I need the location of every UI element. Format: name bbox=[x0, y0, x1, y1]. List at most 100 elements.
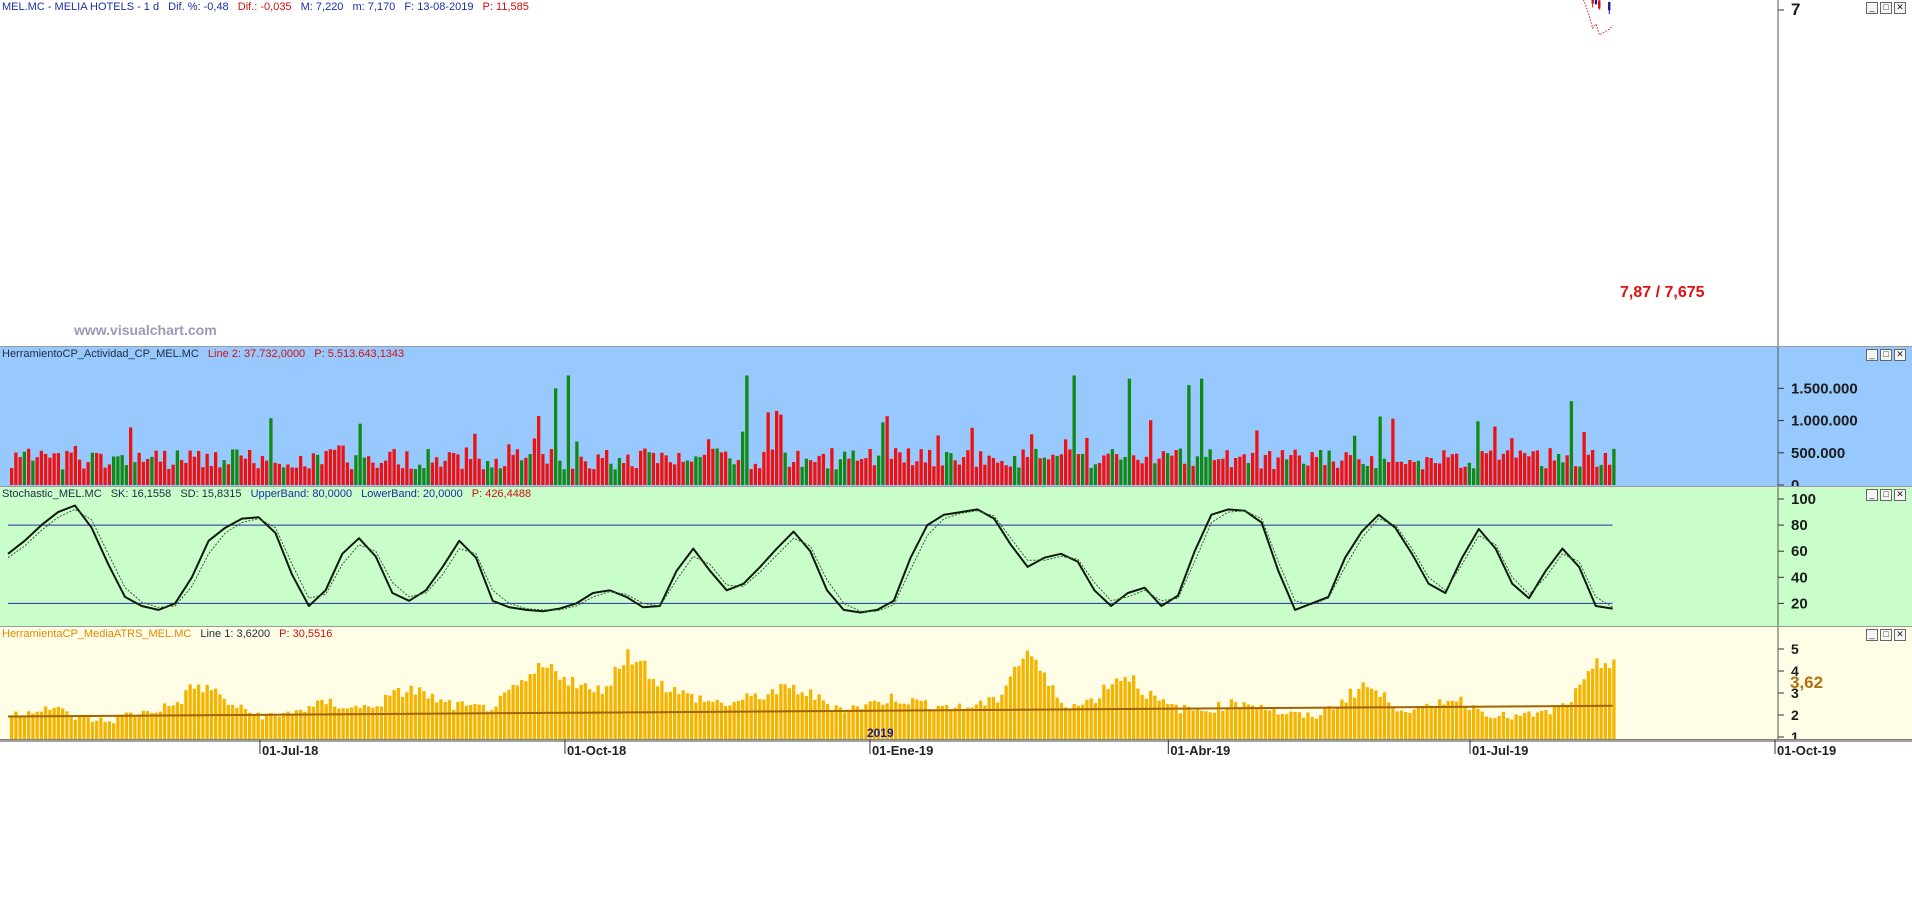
volume-bar bbox=[1038, 458, 1042, 485]
minimize-icon[interactable]: _ bbox=[1866, 629, 1878, 641]
atr-bar bbox=[673, 686, 677, 739]
atr-bar bbox=[1489, 717, 1493, 739]
atr-bar bbox=[1310, 716, 1314, 739]
volume-bar bbox=[69, 452, 73, 485]
volume-bar bbox=[1229, 467, 1234, 485]
volume-bar bbox=[1608, 464, 1612, 485]
atr-bar bbox=[651, 679, 656, 739]
atr-bar bbox=[1331, 709, 1336, 739]
atr-pane[interactable]: HerramientaCP_MediaATRS_MEL.MC Line 1: 3… bbox=[0, 627, 1912, 740]
maximize-icon[interactable]: □ bbox=[1880, 489, 1892, 501]
volume-bar bbox=[481, 469, 486, 485]
close-icon[interactable]: ✕ bbox=[1894, 489, 1906, 501]
atr-bar bbox=[571, 677, 575, 739]
volume-bar bbox=[906, 448, 911, 485]
atr-bar bbox=[197, 684, 201, 739]
atr-bar bbox=[1229, 699, 1234, 739]
atr-bar bbox=[137, 714, 141, 739]
volume-chart: 0 500.000 1.000.000 1.500.000 bbox=[10, 347, 1858, 486]
atr-bar bbox=[248, 712, 252, 739]
volume-bar bbox=[239, 455, 243, 485]
stochastic-pane[interactable]: Stochastic_MEL.MC SK: 16,1558 SD: 15,831… bbox=[0, 487, 1912, 627]
volume-bar bbox=[1459, 467, 1463, 485]
atr-bar bbox=[498, 695, 503, 739]
maximize-icon[interactable]: □ bbox=[1880, 629, 1892, 641]
minimize-icon[interactable]: _ bbox=[1866, 489, 1878, 501]
volume-bar bbox=[843, 451, 847, 485]
volume-bar bbox=[209, 465, 214, 485]
atr-bar bbox=[1021, 658, 1025, 739]
volume-bar bbox=[877, 455, 881, 485]
price-pane[interactable]: MEL.MC - MELIA HOTELS - 1 d Dif. %: -0,4… bbox=[0, 0, 1912, 347]
atr-bar bbox=[1523, 713, 1527, 739]
close-icon[interactable]: ✕ bbox=[1894, 629, 1906, 641]
atr-bar bbox=[443, 702, 447, 739]
volume-pane[interactable]: HerramientoCP_Actividad_CP_MEL.MC Line 2… bbox=[0, 347, 1912, 487]
volume-bar bbox=[685, 460, 690, 485]
volume-bar bbox=[1510, 438, 1514, 485]
atr-bar bbox=[1263, 709, 1268, 739]
volume-bar bbox=[1170, 455, 1174, 485]
atr-bar bbox=[48, 709, 52, 739]
atr-bar bbox=[1008, 676, 1013, 739]
volume-bar bbox=[401, 468, 405, 485]
volume-bar bbox=[456, 454, 460, 485]
atr-bar bbox=[1225, 708, 1229, 739]
atr-bar bbox=[273, 715, 277, 739]
atr-bar bbox=[1497, 716, 1501, 739]
atr-bar bbox=[643, 660, 647, 739]
volume-bar bbox=[1289, 455, 1293, 485]
volume-bar bbox=[1051, 454, 1055, 485]
atr-bar bbox=[902, 703, 906, 739]
volume-bar bbox=[286, 464, 290, 485]
atr-bar bbox=[341, 708, 345, 739]
atr-bar bbox=[826, 703, 830, 739]
atr-bar bbox=[469, 704, 473, 739]
volume-bar bbox=[575, 441, 579, 485]
volume-bar bbox=[112, 456, 116, 485]
volume-bar bbox=[1242, 454, 1246, 485]
volume-bar bbox=[626, 454, 630, 485]
minimize-icon[interactable]: _ bbox=[1866, 2, 1878, 14]
volume-bar bbox=[579, 456, 583, 485]
volume-bar bbox=[146, 459, 150, 485]
volume-bar bbox=[1336, 467, 1340, 485]
volume-bar bbox=[486, 460, 490, 485]
close-icon[interactable]: ✕ bbox=[1894, 2, 1906, 14]
volume-bar bbox=[1603, 452, 1608, 485]
volume-bar bbox=[1612, 448, 1616, 485]
atr-bar bbox=[78, 715, 82, 739]
maximize-icon[interactable]: □ bbox=[1880, 2, 1892, 14]
volume-bar bbox=[775, 410, 779, 485]
volume-bar bbox=[1191, 465, 1195, 485]
minimize-icon[interactable]: _ bbox=[1866, 349, 1878, 361]
atr-bar bbox=[337, 708, 341, 739]
atr-bar bbox=[435, 702, 439, 739]
volume-bar bbox=[1378, 416, 1382, 485]
x-tick-label: 01-Abr-19 bbox=[1170, 743, 1230, 758]
volume-header: HerramientoCP_Actividad_CP_MEL.MC Line 2… bbox=[2, 348, 410, 361]
volume-bar bbox=[915, 461, 919, 485]
volume-bar bbox=[966, 450, 970, 485]
volume-bar bbox=[1391, 418, 1395, 485]
maximize-icon[interactable]: □ bbox=[1880, 349, 1892, 361]
atr-bar bbox=[775, 694, 779, 739]
volume-bar bbox=[1463, 466, 1467, 485]
volume-bar bbox=[99, 453, 103, 485]
volume-bar bbox=[1102, 455, 1106, 485]
volume-bar bbox=[269, 418, 273, 485]
atr-bar bbox=[507, 689, 511, 739]
volume-bar bbox=[541, 454, 545, 485]
atr-bar bbox=[243, 708, 248, 739]
volume-bar bbox=[1561, 462, 1565, 485]
atr-bar bbox=[31, 713, 35, 739]
close-icon[interactable]: ✕ bbox=[1894, 349, 1906, 361]
date-label: F: 13-08-2019 bbox=[404, 1, 474, 13]
atr-bar bbox=[660, 680, 664, 739]
atr-bar bbox=[575, 688, 579, 739]
volume-bar bbox=[962, 457, 966, 485]
volume-bar bbox=[1263, 454, 1268, 485]
atr-bar bbox=[728, 705, 732, 739]
volume-bar bbox=[1348, 455, 1353, 485]
volume-bar bbox=[1144, 456, 1149, 485]
